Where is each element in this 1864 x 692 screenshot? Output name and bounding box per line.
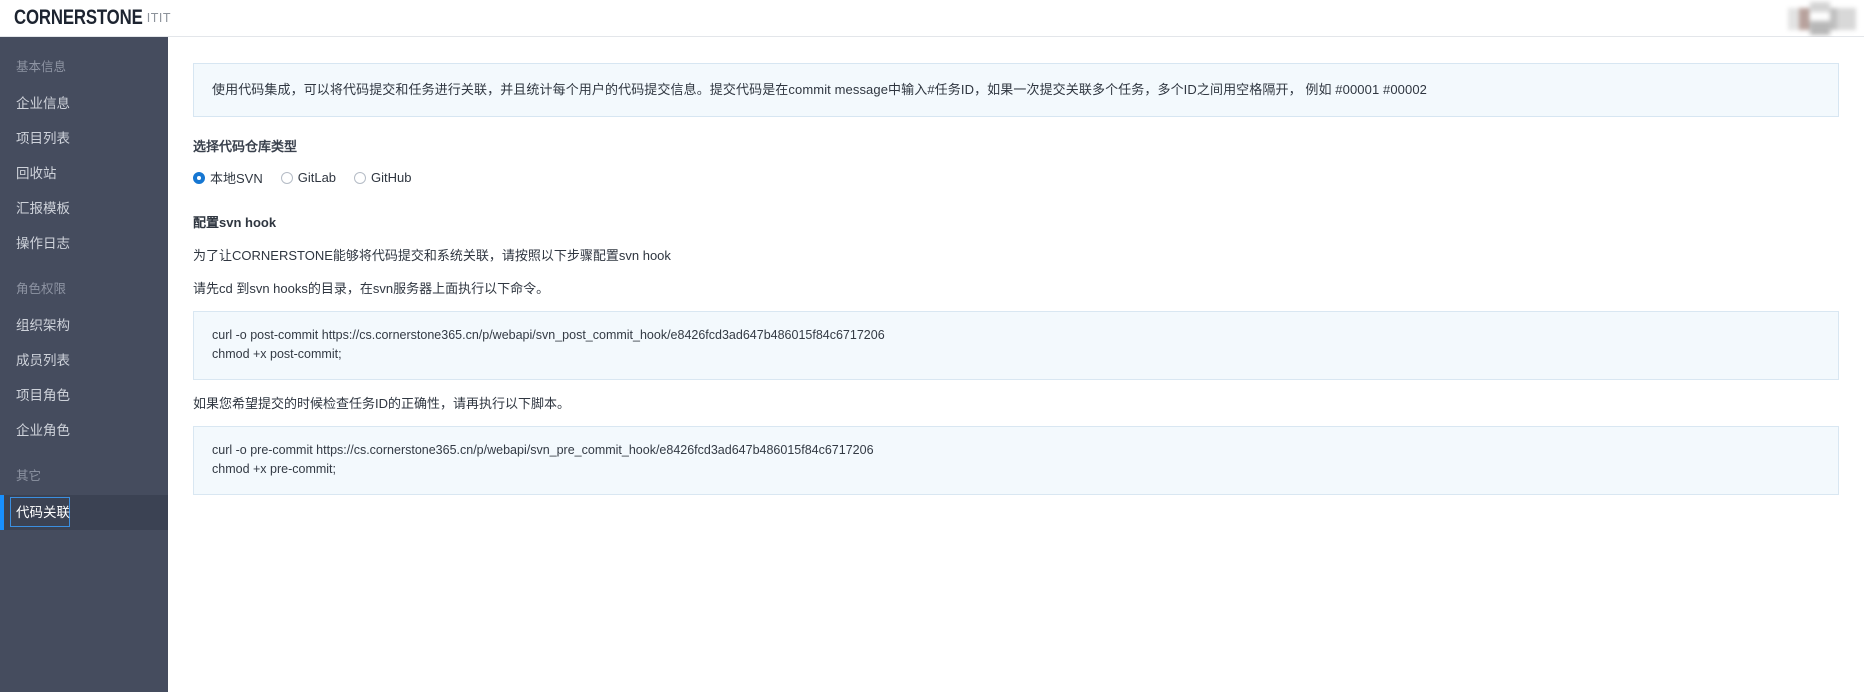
sidebar-item-label: 汇报模板 — [16, 201, 70, 216]
sidebar-item-operation-log[interactable]: 操作日志 — [0, 226, 168, 261]
sidebar-item-org-structure[interactable]: 组织架构 — [0, 308, 168, 343]
sidebar-group-title-other: 其它 — [16, 469, 42, 483]
pre-commit-intro: 如果您希望提交的时候检查任务ID的正确性，请再执行以下脚本。 — [193, 396, 571, 411]
post-commit-code-block[interactable]: curl -o post-commit https://cs.cornersto… — [193, 311, 1839, 380]
sidebar-group-title-roles: 角色权限 — [16, 282, 67, 296]
radio-icon — [280, 171, 293, 184]
sidebar-item-label: 企业角色 — [16, 423, 70, 438]
sidebar-item-project-role[interactable]: 项目角色 — [0, 378, 168, 413]
post-commit-intro: 请先cd 到svn hooks的目录，在svn服务器上面执行以下命令。 — [193, 281, 550, 296]
hook-description: 为了让CORNERSTONE能够将代码提交和系统关联，请按照以下步骤配置svn … — [193, 248, 671, 263]
sidebar-item-label: 项目列表 — [16, 131, 70, 146]
hook-section-title: 配置svn hook — [193, 215, 277, 230]
sidebar-item-enterprise-role[interactable]: 企业角色 — [0, 413, 168, 448]
sidebar-item-project-list[interactable]: 项目列表 — [0, 121, 168, 156]
repo-type-radio-group: 本地SVN GitLab GitHub — [193, 168, 1864, 187]
top-bar: CORNERSTONE ITIT — [0, 0, 1864, 37]
content-wrapper: 使用代码集成，可以将代码提交和任务进行关联，并且统计每个用户的代码提交信息。提交… — [168, 37, 1864, 495]
radio-label: GitHub — [371, 170, 412, 185]
app-root: CORNERSTONE ITIT 基本信息 企业信息 项目列表 回收站 汇报模板… — [0, 0, 1864, 692]
sidebar-item-label: 操作日志 — [16, 236, 70, 251]
repo-type-label: 选择代码仓库类型 — [193, 139, 298, 154]
code-line: chmod +x pre-commit; — [212, 462, 336, 476]
sidebar-group-title-basic: 基本信息 — [16, 60, 67, 74]
organization-name: ITIT — [146, 11, 171, 25]
code-line: chmod +x post-commit; — [212, 347, 342, 361]
radio-option-gitlab[interactable]: GitLab — [280, 170, 337, 185]
sidebar-item-report-template[interactable]: 汇报模板 — [0, 191, 168, 226]
sidebar-item-code-association[interactable]: 代码关联 — [0, 495, 168, 530]
sidebar-item-recycle-bin[interactable]: 回收站 — [0, 156, 168, 191]
app-logo[interactable]: CORNERSTONE — [14, 6, 143, 30]
sidebar-item-member-list[interactable]: 成员列表 — [0, 343, 168, 378]
sidebar-item-label: 企业信息 — [16, 96, 70, 111]
sidebar-item-enterprise-info[interactable]: 企业信息 — [0, 86, 168, 121]
radio-label: 本地SVN — [210, 171, 263, 186]
sidebar-item-label: 成员列表 — [16, 353, 70, 368]
radio-icon — [193, 171, 205, 184]
avatar-image[interactable] — [1810, 2, 1830, 35]
sidebar-item-label: 回收站 — [16, 166, 57, 181]
radio-option-local-svn[interactable]: 本地SVN — [193, 168, 263, 187]
pre-commit-code-block[interactable]: curl -o pre-commit https://cs.cornerston… — [193, 426, 1839, 495]
sidebar-item-label: 组织架构 — [16, 318, 70, 333]
radio-icon — [354, 171, 367, 184]
radio-label: GitLab — [297, 170, 337, 185]
code-line: curl -o pre-commit https://cs.cornerston… — [212, 443, 874, 457]
sidebar-item-label: 代码关联 — [16, 505, 70, 520]
sidebar-item-label: 项目角色 — [16, 388, 70, 403]
info-notice: 使用代码集成，可以将代码提交和任务进行关联，并且统计每个用户的代码提交信息。提交… — [193, 63, 1839, 117]
main-content: 使用代码集成，可以将代码提交和任务进行关联，并且统计每个用户的代码提交信息。提交… — [168, 37, 1864, 692]
sidebar: 基本信息 企业信息 项目列表 回收站 汇报模板 操作日志 角色权限 组织架构 成… — [0, 37, 168, 692]
code-line: curl -o post-commit https://cs.cornersto… — [212, 328, 885, 342]
radio-option-github[interactable]: GitHub — [354, 170, 412, 185]
